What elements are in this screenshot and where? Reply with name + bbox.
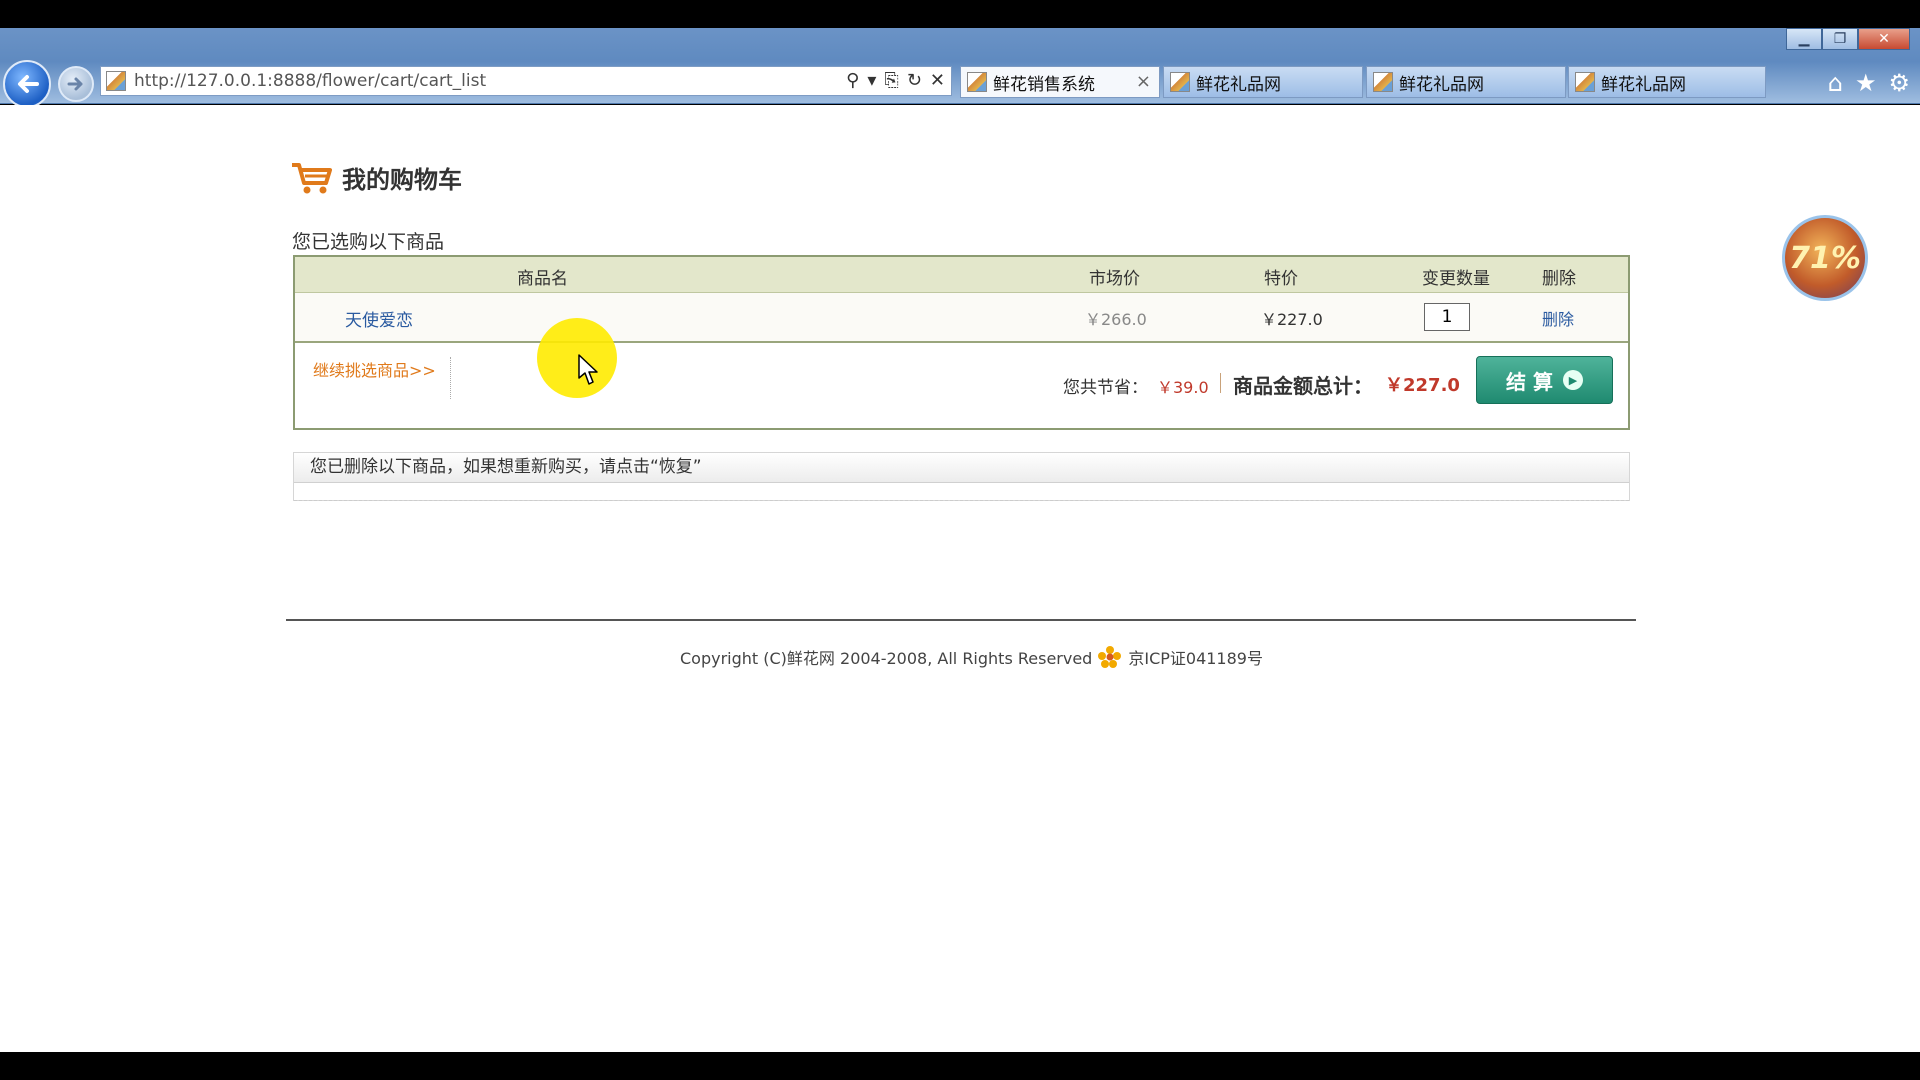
tab-label: 鲜花礼品网 xyxy=(1196,74,1281,95)
tab-flower-gift-1[interactable]: 鲜花礼品网 xyxy=(1163,66,1363,98)
copyright-text: Copyright (C)鲜花网 2004-2008, All Rights R… xyxy=(680,649,1093,668)
deleted-items-list xyxy=(294,483,1629,501)
stop-icon[interactable]: ✕ xyxy=(930,70,945,91)
table-row: 天使爱恋 ￥266.0 ￥227.0 删除 xyxy=(295,293,1628,343)
url-text[interactable]: http://127.0.0.1:8888/flower/cart/cart_l… xyxy=(134,71,486,91)
flower-icon xyxy=(1098,646,1122,668)
header-product-name: 商品名 xyxy=(517,269,568,289)
tab-flower-gift-3[interactable]: 鲜花礼品网 xyxy=(1568,66,1766,98)
selected-items-label: 您已选购以下商品 xyxy=(292,231,445,253)
savings-label: 您共节省： xyxy=(1063,378,1148,398)
maximize-button[interactable]: ❐ xyxy=(1822,28,1858,50)
product-name-link[interactable]: 天使爱恋 xyxy=(345,306,413,331)
header-market-price: 市场价 xyxy=(1089,269,1140,289)
tab-label: 鲜花礼品网 xyxy=(1601,74,1686,95)
close-window-button[interactable]: ✕ xyxy=(1858,28,1910,50)
total-value: ￥227.0 xyxy=(1385,375,1460,396)
compat-icon[interactable]: ⎘ xyxy=(884,70,898,91)
divider xyxy=(450,357,451,399)
continue-shopping-link[interactable]: 继续挑选商品>> xyxy=(313,357,436,381)
screen: ▁ ❐ ✕ http://127.0.0.1:8888/flower/cart/… xyxy=(0,0,1920,1080)
window-controls: ▁ ❐ ✕ xyxy=(1786,28,1910,52)
tab-label: 鲜花销售系统 xyxy=(993,74,1095,95)
back-button[interactable] xyxy=(3,60,51,108)
footer-copyright: Copyright (C)鲜花网 2004-2008, All Rights R… xyxy=(680,645,1263,669)
mouse-cursor-icon xyxy=(578,354,598,385)
back-arrow-icon xyxy=(18,75,39,93)
checkout-label: 结 算 xyxy=(1506,369,1553,394)
tab-flower-gift-2[interactable]: 鲜花礼品网 xyxy=(1366,66,1566,98)
icp-text: 京ICP证041189号 xyxy=(1128,649,1263,668)
tab-close-icon[interactable]: × xyxy=(1136,71,1151,92)
special-price: ￥227.0 xyxy=(1261,310,1323,329)
cart-table-header: 商品名 市场价 特价 变更数量 删除 xyxy=(295,257,1628,293)
address-bar-icons: ⚲ ▾ ⎘ ↻ ✕ xyxy=(846,70,945,91)
footer-divider xyxy=(286,619,1636,621)
total-label: 商品金额总计： xyxy=(1233,374,1373,398)
header-delete: 删除 xyxy=(1542,269,1576,289)
header-change-qty: 变更数量 xyxy=(1422,269,1490,289)
shopping-cart-icon xyxy=(292,162,332,193)
header-special-price: 特价 xyxy=(1264,269,1298,289)
cart-title: 我的购物车 xyxy=(290,160,462,195)
market-price: ￥266.0 xyxy=(1085,310,1147,329)
tab-favicon-icon xyxy=(1170,72,1190,92)
deleted-items-notice: 您已删除以下商品，如果想重新购买，请点击“恢复” xyxy=(294,453,1629,483)
minimize-button[interactable]: ▁ xyxy=(1786,28,1822,50)
page-favicon-icon xyxy=(106,71,126,91)
delete-link[interactable]: 删除 xyxy=(1542,306,1574,330)
page-title: 我的购物车 xyxy=(342,166,462,194)
cart-table: 商品名 市场价 特价 变更数量 删除 天使爱恋 ￥266.0 ￥227.0 删除… xyxy=(293,255,1630,430)
home-icon[interactable]: ⌂ xyxy=(1828,69,1843,97)
floating-progress-badge[interactable]: 71% xyxy=(1782,215,1868,301)
search-icon[interactable]: ⚲ xyxy=(846,70,859,91)
tab-flower-sales-system[interactable]: 鲜花销售系统 × xyxy=(960,66,1160,98)
browser-chrome: ▁ ❐ ✕ http://127.0.0.1:8888/flower/cart/… xyxy=(0,28,1920,108)
quantity-input[interactable] xyxy=(1424,303,1470,331)
tab-favicon-icon xyxy=(1373,72,1393,92)
play-arrow-icon: ▶ xyxy=(1562,370,1583,390)
address-bar[interactable]: http://127.0.0.1:8888/flower/cart/cart_l… xyxy=(100,66,952,96)
cursor-highlight xyxy=(537,318,617,398)
divider xyxy=(1220,373,1221,393)
cart-summary: 继续挑选商品>> 您共节省： ￥39.0 商品金额总计： ￥227.0 结 算 … xyxy=(295,343,1628,429)
deleted-items-box: 您已删除以下商品，如果想重新购买，请点击“恢复” xyxy=(293,452,1630,501)
savings-value: ￥39.0 xyxy=(1157,378,1209,397)
tab-favicon-icon xyxy=(1575,72,1595,92)
dropdown-icon[interactable]: ▾ xyxy=(867,70,876,91)
browser-toolbar: ⌂ ★ ⚙ xyxy=(1828,69,1910,97)
forward-button[interactable] xyxy=(58,66,94,102)
checkout-button[interactable]: 结 算 ▶ xyxy=(1476,356,1613,404)
settings-gear-icon[interactable]: ⚙ xyxy=(1888,69,1910,97)
refresh-icon[interactable]: ↻ xyxy=(907,70,922,91)
tab-label: 鲜花礼品网 xyxy=(1399,74,1484,95)
favorites-star-icon[interactable]: ★ xyxy=(1855,69,1877,97)
tab-favicon-icon xyxy=(967,72,987,92)
page-content: 我的购物车 您已选购以下商品 商品名 市场价 特价 变更数量 删除 天使爱恋 ￥… xyxy=(0,105,1920,1052)
forward-arrow-icon xyxy=(67,77,83,91)
